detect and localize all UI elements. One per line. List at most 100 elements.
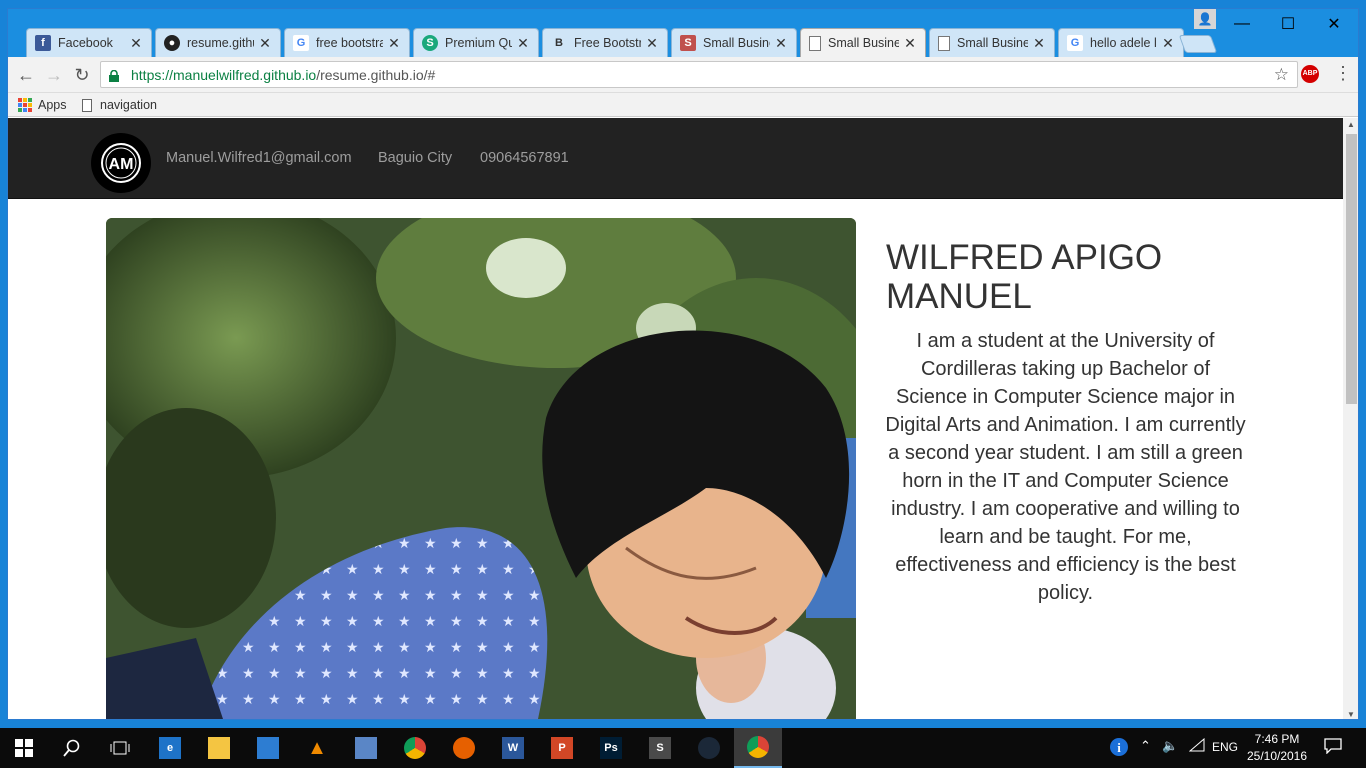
site-navbar: AM Manuel.Wilfred1@gmail.com Baguio City… (8, 118, 1343, 199)
tab-title: Small Busine (957, 36, 1028, 50)
store-icon (257, 737, 279, 759)
site-icon: S (422, 35, 438, 51)
forward-icon[interactable]: → (44, 65, 64, 85)
tab-close-icon[interactable]: ✕ (387, 35, 401, 52)
chevron-up-icon[interactable]: ⌃ (1140, 738, 1151, 754)
google-icon: G (1067, 35, 1083, 51)
logo[interactable]: AM (91, 133, 151, 193)
address-bar[interactable]: https://manuelwilfred.github.io/resume.g… (100, 61, 1298, 88)
start-button[interactable] (0, 728, 48, 768)
word-icon: W (502, 737, 524, 759)
page-icon (82, 98, 92, 112)
chrome-icon (404, 737, 426, 759)
tab-title: Small Busine (703, 36, 770, 50)
bio-text: I am a student at the University of Cord… (885, 330, 1246, 604)
taskbar-app-vlc[interactable]: ▲ (293, 728, 341, 768)
lock-icon (109, 69, 119, 82)
bookmarks-bar: Apps navigation (8, 93, 1358, 117)
tab-title: hello adele l (1090, 36, 1157, 50)
reload-icon[interactable]: ↻ (72, 65, 92, 85)
powerpoint-icon: P (551, 737, 573, 759)
taskbar-app-steam[interactable] (685, 728, 733, 768)
tab-close-icon[interactable]: ✕ (903, 35, 917, 52)
tab-strip: f Facebook ✕ ● resume.githu ✕ Gfree bootstra ✕ S… (8, 9, 1358, 57)
taskbar-app-sublime-text[interactable]: S (636, 728, 684, 768)
minimize-button[interactable]: — (1219, 9, 1265, 39)
tab-close-icon[interactable]: ✕ (1032, 35, 1046, 52)
back-icon[interactable]: ← (16, 65, 36, 85)
edge-icon: e (159, 737, 181, 759)
tab-close-icon[interactable]: ✕ (1161, 35, 1175, 52)
tab-close-icon[interactable]: ✕ (129, 35, 143, 52)
tab-title: Small Busine (828, 36, 899, 50)
clock[interactable]: 7:46 PM 25/10/2016 (1242, 731, 1312, 765)
browser-tab[interactable]: Ghello adele l ✕ (1058, 28, 1184, 57)
document-icon (809, 35, 821, 51)
adblock-icon[interactable]: ABP (1301, 65, 1319, 83)
tab-title: free bootstra (316, 36, 383, 50)
taskbar-app-chrome[interactable] (391, 728, 439, 768)
nav-email-link[interactable]: Manuel.Wilfred1@gmail.com (166, 150, 352, 166)
sublime-text-icon: S (649, 737, 671, 759)
google-icon: G (293, 35, 309, 51)
nav-phone-link[interactable]: 09064567891 (480, 150, 569, 166)
profile-icon[interactable]: 👤 (1194, 9, 1216, 29)
nav-city-link[interactable]: Baguio City (378, 150, 452, 166)
browser-tab[interactable]: Gfree bootstra ✕ (284, 28, 410, 57)
github-icon: ● (164, 35, 180, 51)
notification-info-icon[interactable]: i (1106, 734, 1132, 763)
tab-title: resume.githu (187, 36, 254, 50)
browser-tab[interactable]: ● resume.githu ✕ (155, 28, 281, 57)
chrome-icon (747, 736, 769, 758)
scroll-down-icon[interactable]: ▼ (1347, 710, 1355, 719)
browser-tab[interactable]: S Premium Qu ✕ (413, 28, 539, 57)
action-center-icon[interactable] (1324, 738, 1342, 758)
taskbar-app-edge[interactable]: e (146, 728, 194, 768)
page-viewport: AM Manuel.Wilfred1@gmail.com Baguio City… (8, 118, 1343, 719)
browser-tab[interactable]: S Small Busine ✕ (671, 28, 797, 57)
bookmark-apps[interactable]: Apps (18, 95, 67, 115)
close-window-button[interactable]: ✕ (1311, 9, 1357, 39)
taskbar-app-word[interactable]: W (489, 728, 537, 768)
search-icon (63, 739, 80, 757)
maximize-button[interactable]: ☐ (1265, 9, 1311, 39)
bookmark-label: Apps (38, 98, 67, 112)
steam-icon (698, 737, 720, 759)
bookmark-navigation[interactable]: navigation (82, 95, 157, 115)
tab-close-icon[interactable]: ✕ (516, 35, 530, 52)
menu-icon[interactable]: ⋮ (1334, 63, 1352, 84)
tab-title: Facebook (58, 36, 113, 50)
new-tab-button[interactable] (1178, 35, 1218, 53)
language-indicator[interactable]: ENG (1212, 740, 1238, 754)
browser-tab[interactable]: Small Busine ✕ (800, 28, 926, 57)
file-explorer-icon (208, 737, 230, 759)
taskbar-app-photoshop[interactable]: Ps (587, 728, 635, 768)
tab-close-icon[interactable]: ✕ (258, 35, 272, 52)
scroll-thumb[interactable] (1346, 134, 1357, 404)
browser-tab[interactable]: f Facebook ✕ (26, 28, 152, 57)
task-view-button[interactable] (96, 728, 144, 768)
photoshop-icon: Ps (600, 737, 622, 759)
taskbar-app-chrome[interactable] (734, 728, 782, 768)
browser-tab[interactable]: B Free Bootstra ✕ (542, 28, 668, 57)
taskbar-app-powerpoint[interactable]: P (538, 728, 586, 768)
taskbar-app-store[interactable] (244, 728, 292, 768)
bookmark-star-icon[interactable]: ☆ (1274, 65, 1289, 85)
person-name: WILFRED APIGO MANUEL (886, 238, 1163, 316)
search-button[interactable] (48, 728, 96, 768)
windows-icon (15, 739, 33, 757)
taskbar-app-virtualbox[interactable] (342, 728, 390, 768)
page-scrollbar[interactable]: ▲ ▼ (1343, 118, 1358, 719)
wifi-icon[interactable] (1188, 737, 1205, 755)
tab-close-icon[interactable]: ✕ (645, 35, 659, 52)
apps-icon (18, 98, 32, 112)
clock-time: 7:46 PM (1254, 732, 1300, 746)
taskbar-app-file-explorer[interactable] (195, 728, 243, 768)
volume-icon[interactable]: 🔈 (1162, 738, 1178, 754)
tab-close-icon[interactable]: ✕ (774, 35, 788, 52)
url-text: https://manuelwilfred.github.io/resume.g… (131, 66, 436, 83)
taskbar-app-firefox[interactable] (440, 728, 488, 768)
browser-tab[interactable]: Small Busine ✕ (929, 28, 1055, 57)
scroll-up-icon[interactable]: ▲ (1347, 120, 1355, 129)
task-view-icon (110, 741, 130, 755)
